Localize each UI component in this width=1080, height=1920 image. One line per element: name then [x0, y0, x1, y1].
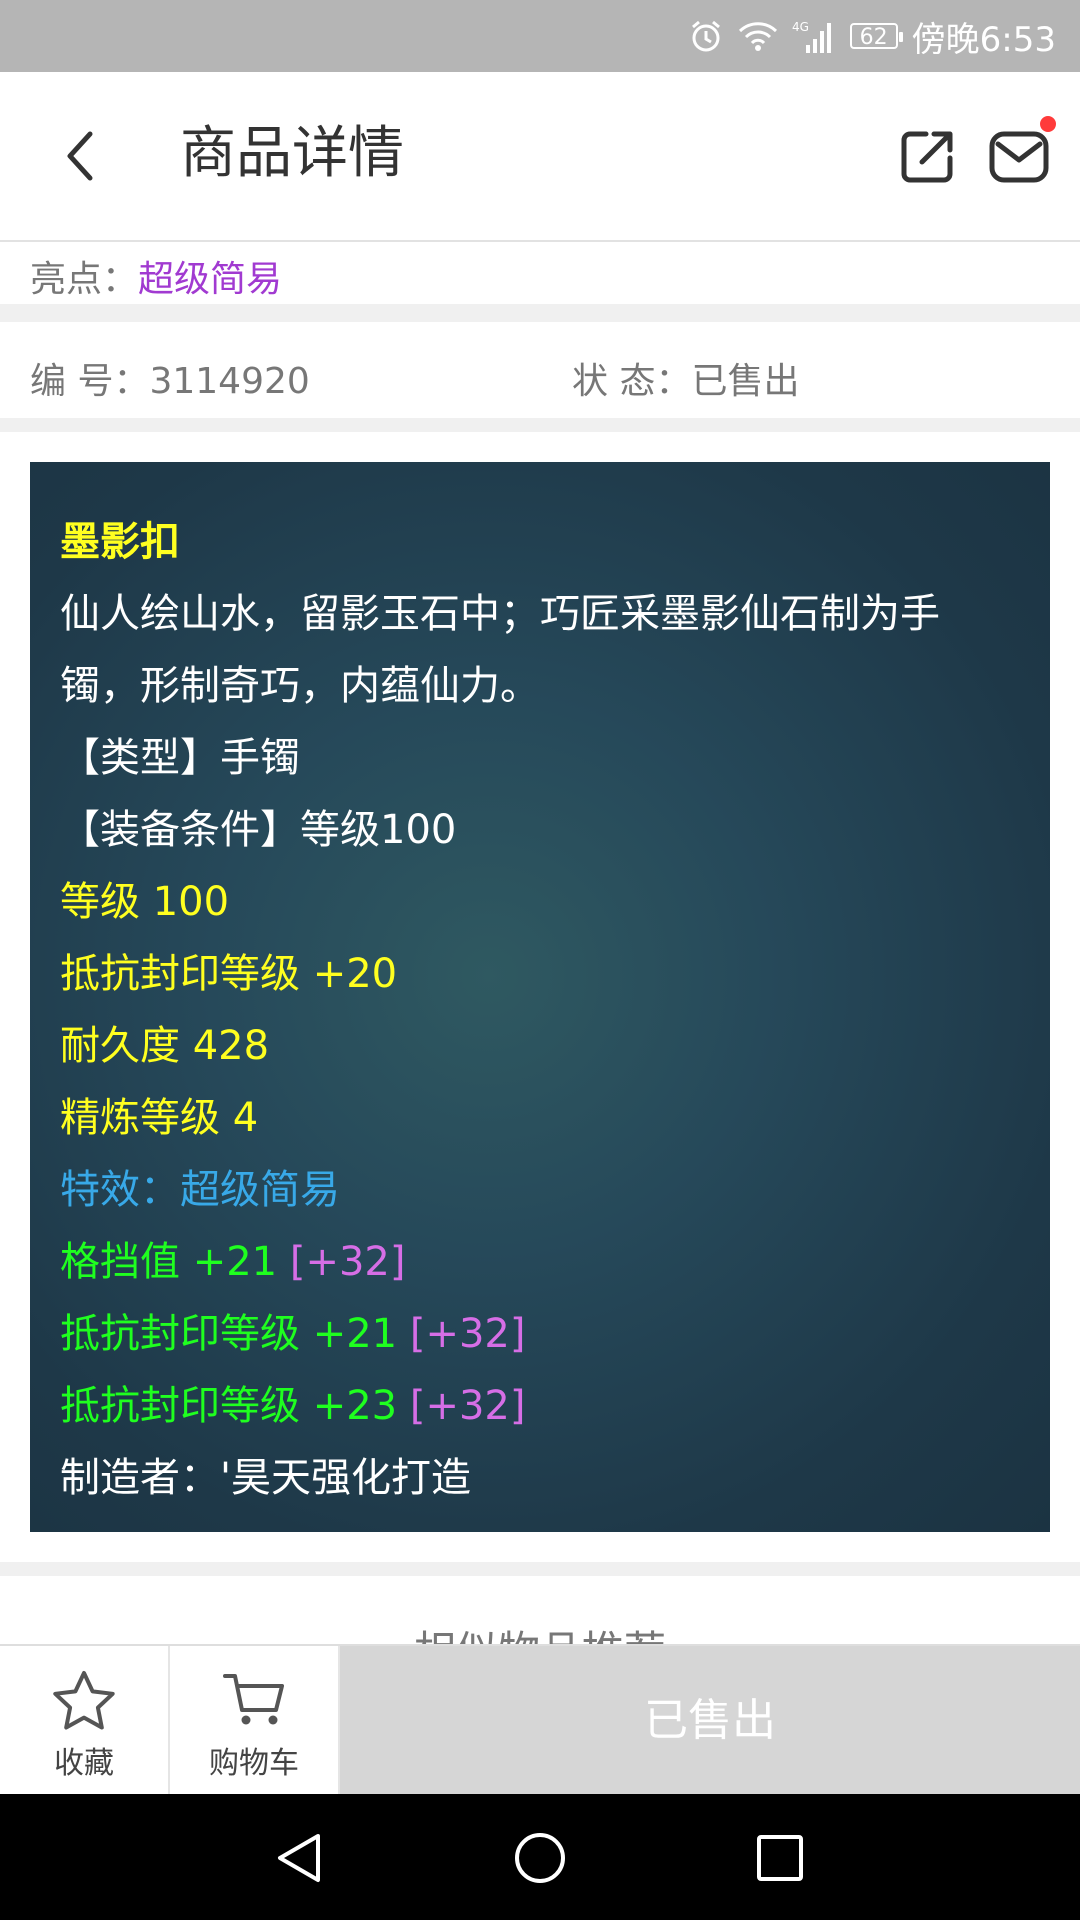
info-row: 编 号：3114920 状 态：已售出 — [0, 322, 1080, 418]
item-name: 墨影扣 — [60, 519, 180, 565]
item-status-value: 已售出 — [691, 361, 800, 402]
highlight-label: 亮点： — [30, 259, 139, 300]
back-button[interactable] — [52, 124, 112, 188]
app-header: 商品详情 — [0, 72, 1080, 242]
notification-dot — [1040, 116, 1056, 132]
nav-recents-button[interactable] — [750, 1830, 810, 1886]
bonus-line: 格挡值 +21 [+32] — [60, 1226, 1050, 1298]
item-status: 状 态：已售出 — [572, 352, 799, 404]
battery-level: 62 — [859, 25, 888, 50]
recommend-section: · 相似物品推荐 · — [0, 1576, 1080, 1646]
recommend-title: · 相似物品推荐 · — [0, 1618, 1080, 1646]
item-id-label: 编 号： — [30, 361, 150, 402]
section-divider — [0, 418, 1080, 432]
item-maker: 制造者：'昊天强化打造 — [60, 1455, 471, 1501]
bonus-text: 抵抗封印等级 +23 — [60, 1383, 398, 1429]
nav-recents-icon — [757, 1835, 803, 1881]
back-icon — [67, 131, 93, 181]
system-navigation-bar — [0, 1794, 1080, 1920]
item-durability: 耐久度 428 — [60, 1023, 270, 1069]
item-level: 等级 100 — [60, 879, 230, 925]
alarm-icon — [688, 18, 724, 54]
nav-back-button[interactable] — [270, 1830, 330, 1886]
bonus-extra: [+32] — [289, 1239, 406, 1285]
wifi-icon — [738, 20, 778, 52]
bonus-line: 抵抗封印等级 +21 [+32] — [60, 1298, 1050, 1370]
bonus-extra: [+32] — [409, 1311, 526, 1357]
mail-icon — [989, 131, 1049, 183]
share-icon — [901, 131, 953, 183]
highlight-row: 亮点： 超级简易 — [0, 242, 1080, 304]
share-button[interactable] — [900, 128, 956, 184]
item-type: 【类型】手镯 — [60, 735, 300, 781]
item-requirement: 【装备条件】等级100 — [60, 807, 457, 853]
cart-label: 购物车 — [209, 1746, 299, 1781]
cart-button[interactable]: 购物车 — [170, 1646, 340, 1796]
item-status-label: 状 态： — [572, 361, 692, 402]
bonus-line: 抵抗封印等级 +23 [+32] — [60, 1370, 1050, 1442]
battery-icon: 62 — [849, 23, 903, 50]
item-refine-level: 精炼等级 4 — [60, 1095, 259, 1141]
signal-icon: 4G — [792, 19, 836, 53]
nav-home-button[interactable] — [510, 1830, 570, 1886]
item-detail-card: 墨影扣 仙人绘山水，留影玉石中；巧匠采墨影仙石制为手 镯，形制奇巧，内蕴仙力。 … — [30, 462, 1050, 1532]
bottom-action-bar: 收藏 购物车 已售出 — [0, 1644, 1080, 1796]
sold-out-button[interactable]: 已售出 — [340, 1646, 1080, 1796]
highlight-value: 超级简易 — [138, 259, 283, 300]
bonus-text: 格挡值 +21 — [60, 1239, 278, 1285]
item-effect: 特效：超级简易 — [60, 1167, 340, 1213]
section-divider — [0, 1562, 1080, 1576]
item-description-line-1: 仙人绘山水，留影玉石中；巧匠采墨影仙石制为手 — [60, 591, 940, 637]
item-seal-resist: 抵抗封印等级 +20 — [60, 951, 398, 997]
status-icons: 4G 62 傍晚6:53 — [688, 0, 1056, 72]
item-id: 编 号：3114920 — [30, 352, 310, 404]
page-title: 商品详情 — [180, 121, 404, 186]
favorite-button[interactable]: 收藏 — [0, 1646, 170, 1796]
svg-text:4G: 4G — [792, 20, 809, 34]
status-bar: 4G 62 傍晚6:53 — [0, 0, 1080, 72]
item-id-value: 3114920 — [149, 361, 310, 402]
bonus-text: 抵抗封印等级 +21 — [60, 1311, 398, 1357]
bonus-extra: [+32] — [409, 1383, 526, 1429]
item-description-line-2: 镯，形制奇巧，内蕴仙力。 — [60, 663, 540, 709]
cart-icon — [223, 1674, 284, 1725]
favorite-label: 收藏 — [54, 1746, 114, 1781]
status-time: 傍晚6:53 — [911, 19, 1056, 60]
nav-home-icon — [515, 1833, 565, 1883]
section-divider — [0, 304, 1080, 322]
nav-back-icon — [278, 1834, 320, 1882]
star-icon — [53, 1671, 115, 1730]
message-button[interactable] — [988, 116, 1056, 186]
